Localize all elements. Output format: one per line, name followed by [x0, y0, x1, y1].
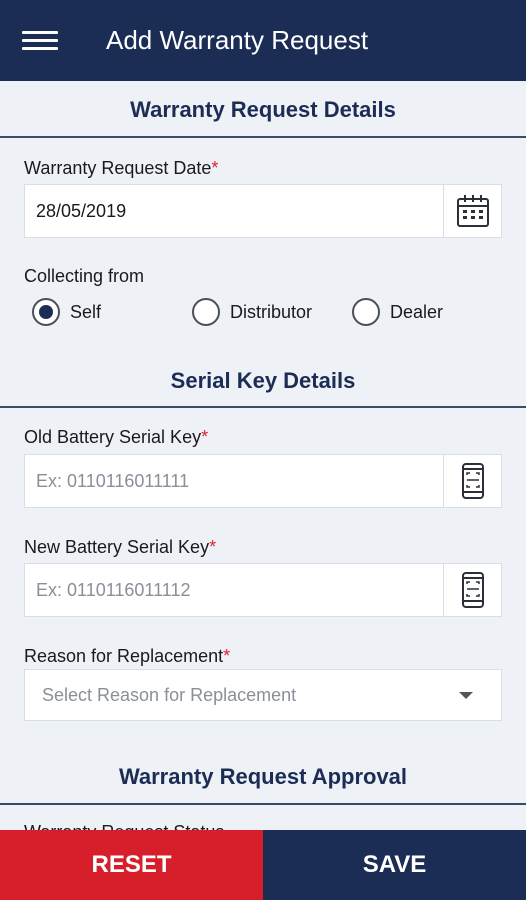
radio-distributor[interactable]: Distributor — [192, 298, 312, 326]
phone-scan-icon — [461, 572, 484, 608]
section-title-approval: Warranty Request Approval — [118, 764, 408, 789]
old-serial-scan-button[interactable] — [444, 455, 501, 507]
old-serial-label: Old Battery Serial Key* — [24, 427, 209, 447]
section-title-serial: Serial Key Details — [170, 368, 356, 393]
new-serial-field: Ex: 0110116011112 — [24, 563, 502, 617]
warranty-date-field: 28/05/2019 — [24, 184, 502, 238]
radio-self[interactable]: Self — [32, 298, 101, 326]
save-button[interactable]: SAVE — [263, 830, 526, 900]
new-serial-input[interactable]: Ex: 0110116011112 — [25, 564, 444, 616]
calendar-icon — [456, 195, 489, 227]
reset-button[interactable]: RESET — [0, 830, 263, 900]
required-mark: * — [223, 646, 231, 666]
menu-button[interactable] — [0, 0, 80, 81]
required-mark: * — [209, 537, 217, 557]
chevron-down-icon — [459, 692, 473, 699]
action-bar: RESET SAVE — [0, 830, 526, 900]
radio-selected-icon — [32, 298, 60, 326]
hamburger-icon — [22, 26, 58, 55]
radio-unselected-icon — [192, 298, 220, 326]
page-title: Add Warranty Request — [106, 25, 369, 55]
radio-dealer[interactable]: Dealer — [352, 298, 443, 326]
section-divider — [0, 406, 526, 408]
new-serial-label: New Battery Serial Key* — [24, 537, 217, 557]
radio-unselected-icon — [352, 298, 380, 326]
collecting-from-label: Collecting from — [24, 266, 145, 286]
reason-select[interactable]: Select Reason for Replacement — [24, 669, 502, 721]
new-serial-scan-button[interactable] — [444, 564, 501, 616]
collecting-from-radio-group: Self Distributor Dealer — [32, 298, 502, 330]
section-divider — [0, 136, 526, 138]
required-mark: * — [201, 427, 209, 447]
old-serial-field: Ex: 0110116011111 — [24, 454, 502, 508]
reason-select-placeholder: Select Reason for Replacement — [42, 684, 297, 705]
section-title-details: Warranty Request Details — [130, 97, 396, 122]
section-divider — [0, 803, 526, 805]
old-serial-input[interactable]: Ex: 0110116011111 — [25, 455, 444, 507]
warranty-date-label: Warranty Request Date* — [24, 158, 219, 178]
required-mark: * — [211, 158, 219, 178]
warranty-date-input[interactable]: 28/05/2019 — [25, 185, 444, 237]
app-header: Add Warranty Request — [0, 0, 526, 81]
reason-label: Reason for Replacement* — [24, 646, 231, 666]
calendar-button[interactable] — [444, 185, 501, 237]
phone-scan-icon — [461, 463, 484, 499]
